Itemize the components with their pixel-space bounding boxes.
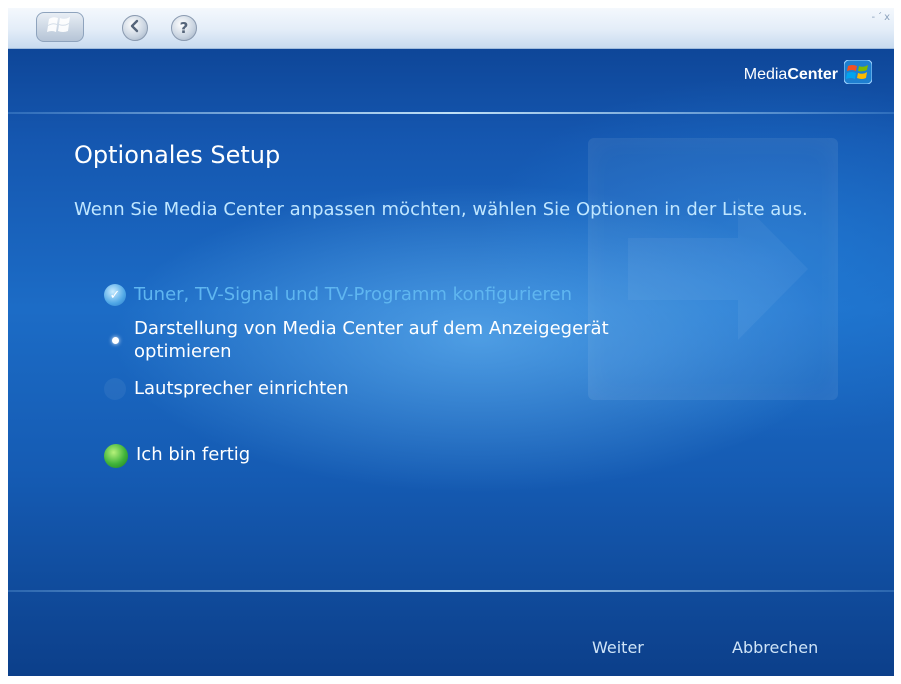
footer-divider	[8, 590, 894, 592]
option-label: Tuner, TV-Signal und TV-Programm konfigu…	[134, 284, 573, 305]
focus-dot-icon	[104, 329, 126, 351]
option-label: Darstellung von Media Center auf dem Anz…	[134, 318, 609, 362]
back-button[interactable]	[122, 15, 148, 41]
window-controls: - ´ x	[871, 12, 890, 23]
option-label: Ich bin fertig	[136, 444, 251, 465]
minimize-button[interactable]: -	[871, 12, 875, 23]
help-button[interactable]: ?	[171, 15, 197, 41]
option-label: Lautsprecher einrichten	[134, 378, 349, 399]
option-display-optimize[interactable]: Darstellung von Media Center auf dem Anz…	[104, 317, 704, 363]
next-button[interactable]: Weiter	[592, 638, 644, 657]
media-center-window: ? - ´ x MediaCenter Optionales Setup Wen…	[8, 8, 894, 676]
cancel-button[interactable]: Abbrechen	[732, 638, 818, 657]
checkmark-icon: ✓	[104, 284, 126, 306]
green-circle-icon	[104, 444, 128, 468]
close-button[interactable]: x	[884, 12, 890, 23]
brand-suffix: Center	[787, 65, 838, 83]
intro-text: Wenn Sie Media Center anpassen möchten, …	[74, 199, 808, 220]
option-finish[interactable]: Ich bin fertig	[104, 443, 250, 468]
windows-logo-icon	[47, 15, 73, 39]
help-icon: ?	[179, 19, 189, 37]
option-tuner-tv-signal[interactable]: ✓ Tuner, TV-Signal und TV-Programm konfi…	[104, 283, 572, 306]
start-button[interactable]	[36, 12, 84, 42]
restore-button[interactable]: ´	[877, 12, 882, 23]
windows-flag-icon	[843, 59, 873, 89]
media-center-brand: MediaCenter	[743, 59, 873, 89]
pending-circle-icon	[104, 378, 126, 400]
header-divider	[8, 112, 894, 114]
title-bar: ? - ´ x	[8, 8, 894, 49]
option-speakers[interactable]: Lautsprecher einrichten	[104, 377, 349, 400]
brand-prefix: Media	[743, 65, 788, 83]
page-title: Optionales Setup	[74, 141, 281, 169]
back-arrow-icon	[128, 19, 142, 37]
